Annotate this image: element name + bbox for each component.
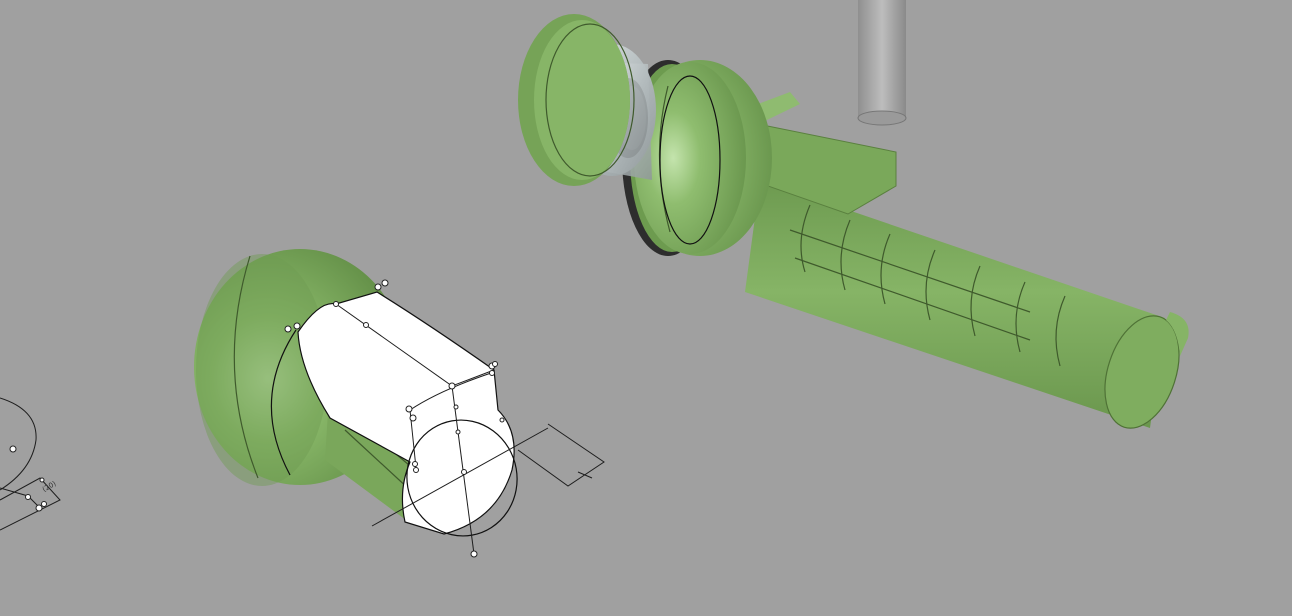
3d-viewport[interactable]: (20) <box>0 0 1292 616</box>
partial-sketch-curves[interactable]: (20) <box>0 397 61 531</box>
assembled-flashlight[interactable] <box>518 14 1192 438</box>
vertical-cylinder[interactable] <box>857 0 907 126</box>
viewport-canvas[interactable]: (20) <box>0 0 1292 616</box>
flashlight-head-part[interactable] <box>194 249 605 558</box>
